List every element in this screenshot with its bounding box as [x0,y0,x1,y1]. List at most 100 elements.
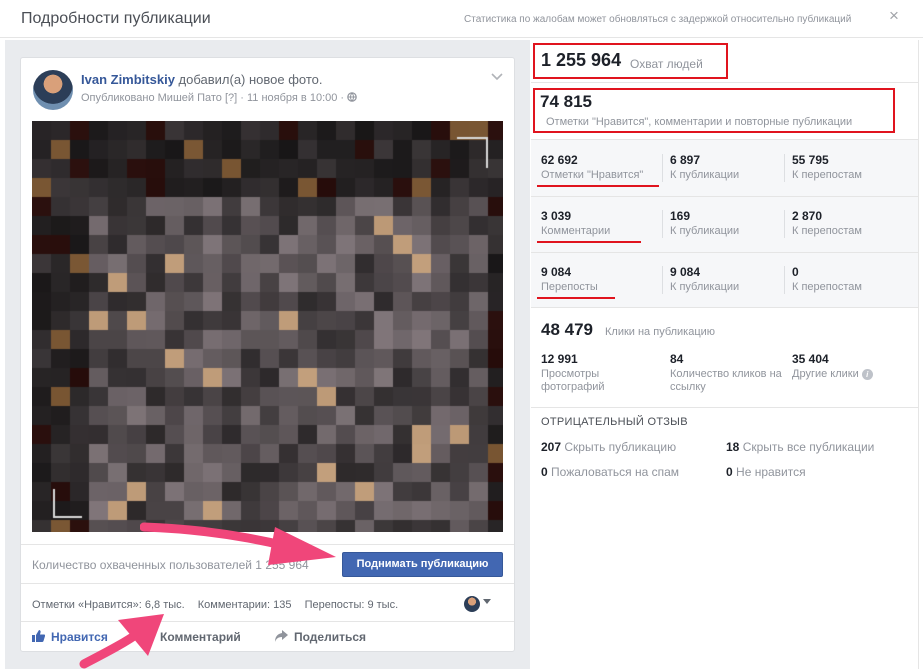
photo-views: 12 991 Просмотры фотографий [541,352,651,394]
divider [784,154,785,182]
stat-value: 9 084 [670,265,701,279]
stat-value: 35 404 [792,352,829,366]
stat-label: Отметки "Нравится" [541,169,644,181]
stat-label: Перепосты [541,281,598,293]
post-meta: Опубликовано Мишей Пато [?] · 11 ноября … [81,92,357,104]
highlight-underline [537,241,641,243]
divider [531,196,918,197]
stat-label: Не нравится [736,465,806,479]
stat-value: 169 [670,209,691,223]
globe-icon [347,92,357,102]
clicks-value: 48 479 [541,320,593,339]
hide-post-stat: 207 Скрыть публикацию [541,440,676,454]
hide-all-stat: 18 Скрыть все публикации [726,440,874,454]
spam-report-stat: 0 Пожаловаться на спам [541,465,679,479]
like-icon [32,630,45,642]
annotation-arrow [140,522,336,565]
comments-total: 3 039 Комментарии [541,209,610,238]
highlight-box [533,88,895,133]
author-name-link[interactable]: Ivan Zimbitskiy [81,72,175,87]
help-marker[interactable]: [?] [225,92,237,104]
dialog-header: Подробности публикации Статистика по жал… [0,0,923,38]
divider [784,266,785,294]
stat-label: К публикации [670,169,740,181]
annotation-arrow [79,614,164,669]
engagement-section: 74 815 Отметки "Нравится", комментарии и… [531,83,918,140]
share-button[interactable]: Поделиться [275,630,366,644]
clicks-section: 48 479 Клики на публикацию 12 991 Просмо… [531,308,918,408]
stat-label: Пожаловаться на спам [551,465,679,479]
author-action: добавил(а) новое фото. [178,72,323,87]
likes-count-link[interactable]: Отметки «Нравится»: 6,8 тыс. [32,599,185,611]
other-clicks-label-row: Другие клики i [792,368,912,381]
boost-post-button[interactable]: Поднимать публикацию [342,552,503,577]
stat-value: 2 870 [792,209,823,223]
clicks-label: Клики на публикацию [605,326,716,338]
stat-label: К перепостам [792,281,862,293]
negative-feedback-title: ОТРИЦАТЕЛЬНЫЙ ОТЗЫВ [541,416,688,428]
stat-value: 207 [541,440,562,454]
stat-value: 84 [670,352,684,366]
comments-on-shares: 2 870 К перепостам [792,209,862,238]
close-icon[interactable]: × [886,7,902,24]
stats-delay-note: Статистика по жалобам может обновляться … [464,14,852,25]
avatar [464,596,480,612]
stat-label: Просмотры фотографий [541,368,605,393]
divider [784,210,785,238]
unlike-stat: 0 Не нравится [726,465,806,479]
link-clicks: 84 Количество кликов на ссылку [670,352,782,394]
stat-label: К перепостам [792,169,862,181]
post-as-selector[interactable] [464,595,492,613]
stat-label: Скрыть все публикации [742,440,875,454]
caret-down-icon [483,599,491,604]
comment-label: Комментарий [160,630,241,644]
stat-value: 18 [726,440,740,454]
likes-on-shares: 55 795 К перепостам [792,153,862,182]
stat-value: 0 [726,465,733,479]
divider [531,252,918,253]
likes-total: 62 692 Отметки "Нравится" [541,153,643,182]
comments-on-post: 169 К публикации [670,209,739,238]
stat-label: К публикации [670,225,740,237]
stat-label: Комментарии [541,225,611,237]
shares-count-link[interactable]: Перепосты: 9 тыс. [305,599,399,611]
shares-on-shares: 0 К перепостам [792,265,862,294]
shares-total: 9 084 Перепосты [541,265,598,294]
stat-value: 9 084 [541,265,572,279]
engagement-counts: Отметки «Нравится»: 6,8 тыс. Комментарии… [32,599,408,611]
divider [918,40,919,669]
avatar[interactable] [33,70,73,110]
divider [662,210,663,238]
highlight-underline [537,185,659,187]
likes-on-post: 6 897 К публикации [670,153,739,182]
shares-on-post: 9 084 К публикации [670,265,739,294]
reach-section: 1 255 964 Охват людей [531,40,918,83]
stat-value: 62 692 [541,153,578,167]
post-author-line: Ivan Zimbitskiy добавил(а) новое фото. [81,72,323,87]
stat-label: Другие клики [792,368,859,380]
chevron-down-icon[interactable] [491,70,503,84]
dialog-title: Подробности публикации [21,10,211,27]
stat-value: 12 991 [541,352,578,366]
post-date-link[interactable]: · 11 ноября в 10:00 · [240,92,344,104]
stat-label: К перепостам [792,225,862,237]
stat-label: Количество кликов на ссылку [670,368,782,393]
highlight-underline [537,297,615,299]
stat-value: 0 [541,465,548,479]
other-clicks: 35 404 Другие клики i [792,352,912,381]
divider [662,266,663,294]
stat-value: 6 897 [670,153,701,167]
insights-panel: 1 255 964 Охват людей 74 815 Отметки "Нр… [531,40,923,669]
pixelated-photo [32,121,503,532]
comments-count-link[interactable]: Комментарии: 135 [198,599,292,611]
stat-label: Скрыть публикацию [564,440,677,454]
share-label: Поделиться [294,630,367,644]
divider [662,154,663,182]
post-photo[interactable] [32,121,503,532]
published-by: Опубликовано Мишей Пато [81,92,222,104]
highlight-box [533,43,728,79]
stat-label: К публикации [670,281,740,293]
info-icon[interactable]: i [861,369,873,380]
breakdown-section: 62 692 Отметки "Нравится" 6 897 К публик… [531,140,918,308]
stat-value: 0 [792,265,799,279]
